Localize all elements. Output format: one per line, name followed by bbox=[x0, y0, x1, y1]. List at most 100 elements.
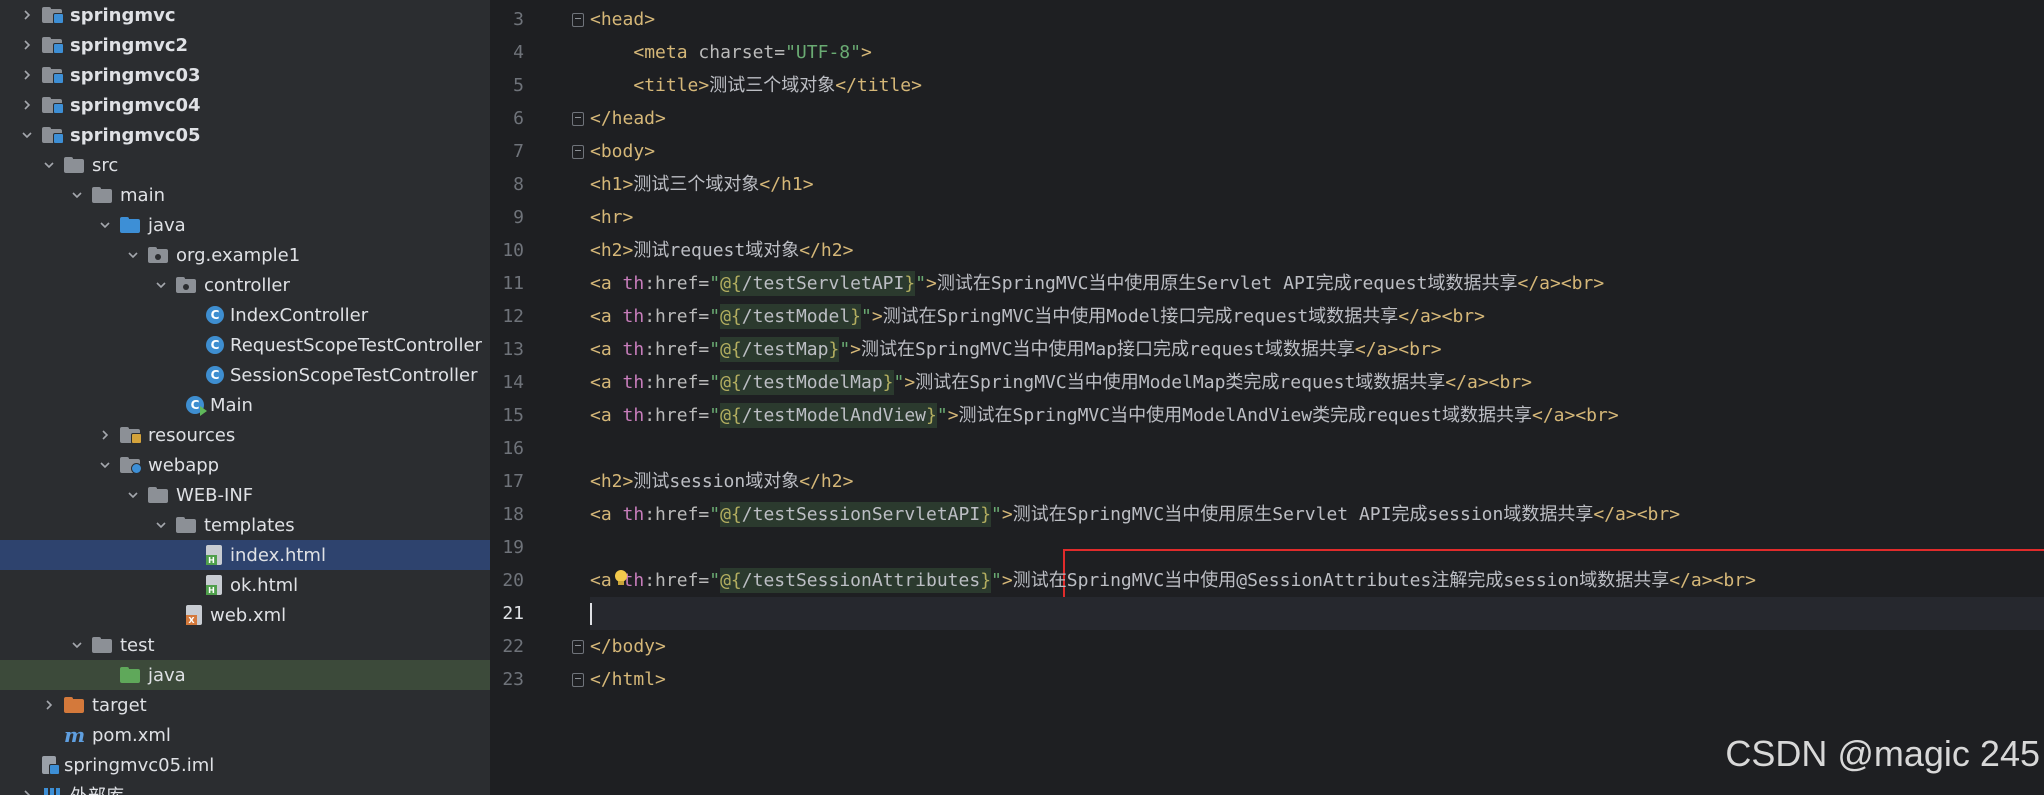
tree-item-label: springmvc04 bbox=[70, 94, 201, 116]
fold-marker-icon[interactable] bbox=[572, 145, 584, 159]
tree-item-label: webapp bbox=[148, 454, 220, 476]
folder-icon bbox=[148, 486, 170, 504]
line-number: 4 bbox=[513, 42, 524, 63]
line-number: 8 bbox=[513, 174, 524, 195]
tree-item-label: controller bbox=[204, 274, 290, 296]
chevron-down-icon[interactable] bbox=[68, 186, 86, 204]
tree-item[interactable]: src bbox=[0, 150, 490, 180]
code-line[interactable]: <a th:href="@{/testModelAndView}">测试在Spr… bbox=[590, 399, 1619, 432]
line-number: 14 bbox=[502, 372, 524, 393]
tree-item[interactable]: 外部库 bbox=[0, 780, 490, 795]
chevron-down-icon[interactable] bbox=[152, 516, 170, 534]
chevron-right-icon[interactable] bbox=[18, 6, 36, 24]
java-class-icon: C bbox=[206, 336, 224, 354]
fold-marker-icon[interactable] bbox=[572, 13, 584, 27]
code-line[interactable]: <meta charset="UTF-8"> bbox=[590, 36, 871, 69]
code-line[interactable]: <head> bbox=[590, 3, 655, 36]
chevron-down-icon[interactable] bbox=[96, 216, 114, 234]
tree-item[interactable]: C SessionScopeTestController bbox=[0, 360, 490, 390]
tree-item[interactable]: springmvc05 bbox=[0, 120, 490, 150]
tree-item[interactable]: springmvc04 bbox=[0, 90, 490, 120]
tree-item-label: target bbox=[92, 694, 147, 716]
chevron-down-icon[interactable] bbox=[124, 246, 142, 264]
tree-item[interactable]: java bbox=[0, 660, 490, 690]
code-line[interactable]: <body> bbox=[590, 135, 655, 168]
tree-item[interactable]: WEB-INF bbox=[0, 480, 490, 510]
tree-item[interactable]: springmvc03 bbox=[0, 60, 490, 90]
tree-item[interactable]: C IndexController bbox=[0, 300, 490, 330]
code-line[interactable]: <h2>测试request域对象</h2> bbox=[590, 234, 853, 267]
code-line[interactable]: <title>测试三个域对象</title> bbox=[590, 69, 922, 102]
tree-item[interactable]: main bbox=[0, 180, 490, 210]
module-folder-icon bbox=[42, 66, 64, 84]
code-line[interactable] bbox=[590, 597, 592, 630]
code-line[interactable]: <h2>测试session域对象</h2> bbox=[590, 465, 853, 498]
code-line[interactable]: <h1>测试三个域对象</h1> bbox=[590, 168, 814, 201]
tree-item[interactable]: m pom.xml bbox=[0, 720, 490, 750]
chevron-down-icon[interactable] bbox=[68, 636, 86, 654]
line-number: 9 bbox=[513, 207, 524, 228]
code-line[interactable]: </head> bbox=[590, 102, 666, 135]
current-line-highlight bbox=[590, 597, 2044, 630]
chevron-right-icon[interactable] bbox=[18, 96, 36, 114]
fold-marker-icon[interactable] bbox=[572, 673, 584, 687]
code-line[interactable]: <a th:href="@{/testSessionServletAPI}">测… bbox=[590, 498, 1680, 531]
chevron-down-icon[interactable] bbox=[96, 456, 114, 474]
package-icon bbox=[148, 246, 170, 264]
tree-item[interactable]: java bbox=[0, 210, 490, 240]
tree-item[interactable]: webapp bbox=[0, 450, 490, 480]
code-line[interactable]: <a th:href="@{/testModel}">测试在SpringMVC当… bbox=[590, 300, 1485, 333]
line-number: 11 bbox=[502, 273, 524, 294]
chevron-right-icon[interactable] bbox=[18, 786, 36, 795]
fold-marker-icon[interactable] bbox=[572, 112, 584, 126]
chevron-down-icon[interactable] bbox=[18, 126, 36, 144]
tree-item[interactable]: springmvc bbox=[0, 0, 490, 30]
tree-item-label: java bbox=[148, 214, 186, 236]
chevron-down-icon[interactable] bbox=[40, 156, 58, 174]
chevron-down-icon[interactable] bbox=[152, 276, 170, 294]
code-line[interactable]: <a th:href="@{/testServletAPI}">测试在Sprin… bbox=[590, 267, 1604, 300]
folder-icon bbox=[64, 156, 86, 174]
tree-item-label: RequestScopeTestController bbox=[230, 334, 482, 356]
tree-item-label: pom.xml bbox=[92, 724, 171, 746]
tree-item[interactable]: templates bbox=[0, 510, 490, 540]
tree-item[interactable]: Xweb.xml bbox=[0, 600, 490, 630]
tree-item[interactable]: controller bbox=[0, 270, 490, 300]
tree-item[interactable]: resources bbox=[0, 420, 490, 450]
code-line[interactable]: </body> bbox=[590, 630, 666, 663]
code-line[interactable]: <a th:href="@{/testModelMap}">测试在SpringM… bbox=[590, 366, 1532, 399]
chevron-down-icon[interactable] bbox=[124, 486, 142, 504]
code-line[interactable]: <a th:href="@{/testMap}">测试在SpringMVC当中使… bbox=[590, 333, 1442, 366]
module-folder-icon bbox=[42, 96, 64, 114]
tree-item[interactable]: Hok.html bbox=[0, 570, 490, 600]
tree-item[interactable]: springmvc05.iml bbox=[0, 750, 490, 780]
tree-item[interactable]: springmvc2 bbox=[0, 30, 490, 60]
code-editor[interactable]: 3 <head> 4 <meta charset="UTF-8"> 5 <title>… bbox=[490, 0, 2044, 795]
text-caret bbox=[590, 603, 592, 625]
tree-item[interactable]: Hindex.html bbox=[0, 540, 490, 570]
code-line[interactable]: <a th:href="@{/testSessionAttributes}">测… bbox=[590, 564, 1756, 597]
folder-icon bbox=[92, 186, 114, 204]
chevron-right-icon[interactable] bbox=[96, 426, 114, 444]
lightbulb-icon[interactable] bbox=[614, 570, 628, 586]
tree-item-label: web.xml bbox=[210, 604, 287, 626]
line-number: 10 bbox=[502, 240, 524, 261]
code-line[interactable]: <hr> bbox=[590, 201, 633, 234]
tree-item[interactable]: C Main bbox=[0, 390, 490, 420]
code-line[interactable]: </html> bbox=[590, 663, 666, 696]
tree-item[interactable]: target bbox=[0, 690, 490, 720]
chevron-right-icon[interactable] bbox=[40, 696, 58, 714]
tree-item[interactable]: test bbox=[0, 630, 490, 660]
chevron-right-icon[interactable] bbox=[18, 66, 36, 84]
fold-marker-icon[interactable] bbox=[572, 640, 584, 654]
tree-item[interactable]: org.example1 bbox=[0, 240, 490, 270]
tree-item[interactable]: C RequestScopeTestController bbox=[0, 330, 490, 360]
line-number: 13 bbox=[502, 339, 524, 360]
line-number: 7 bbox=[513, 141, 524, 162]
line-number: 23 bbox=[502, 669, 524, 690]
tree-item-label: springmvc03 bbox=[70, 64, 201, 86]
module-folder-icon bbox=[42, 6, 64, 24]
tree-item-label: index.html bbox=[230, 544, 326, 566]
web-folder-icon bbox=[120, 456, 142, 474]
chevron-right-icon[interactable] bbox=[18, 36, 36, 54]
